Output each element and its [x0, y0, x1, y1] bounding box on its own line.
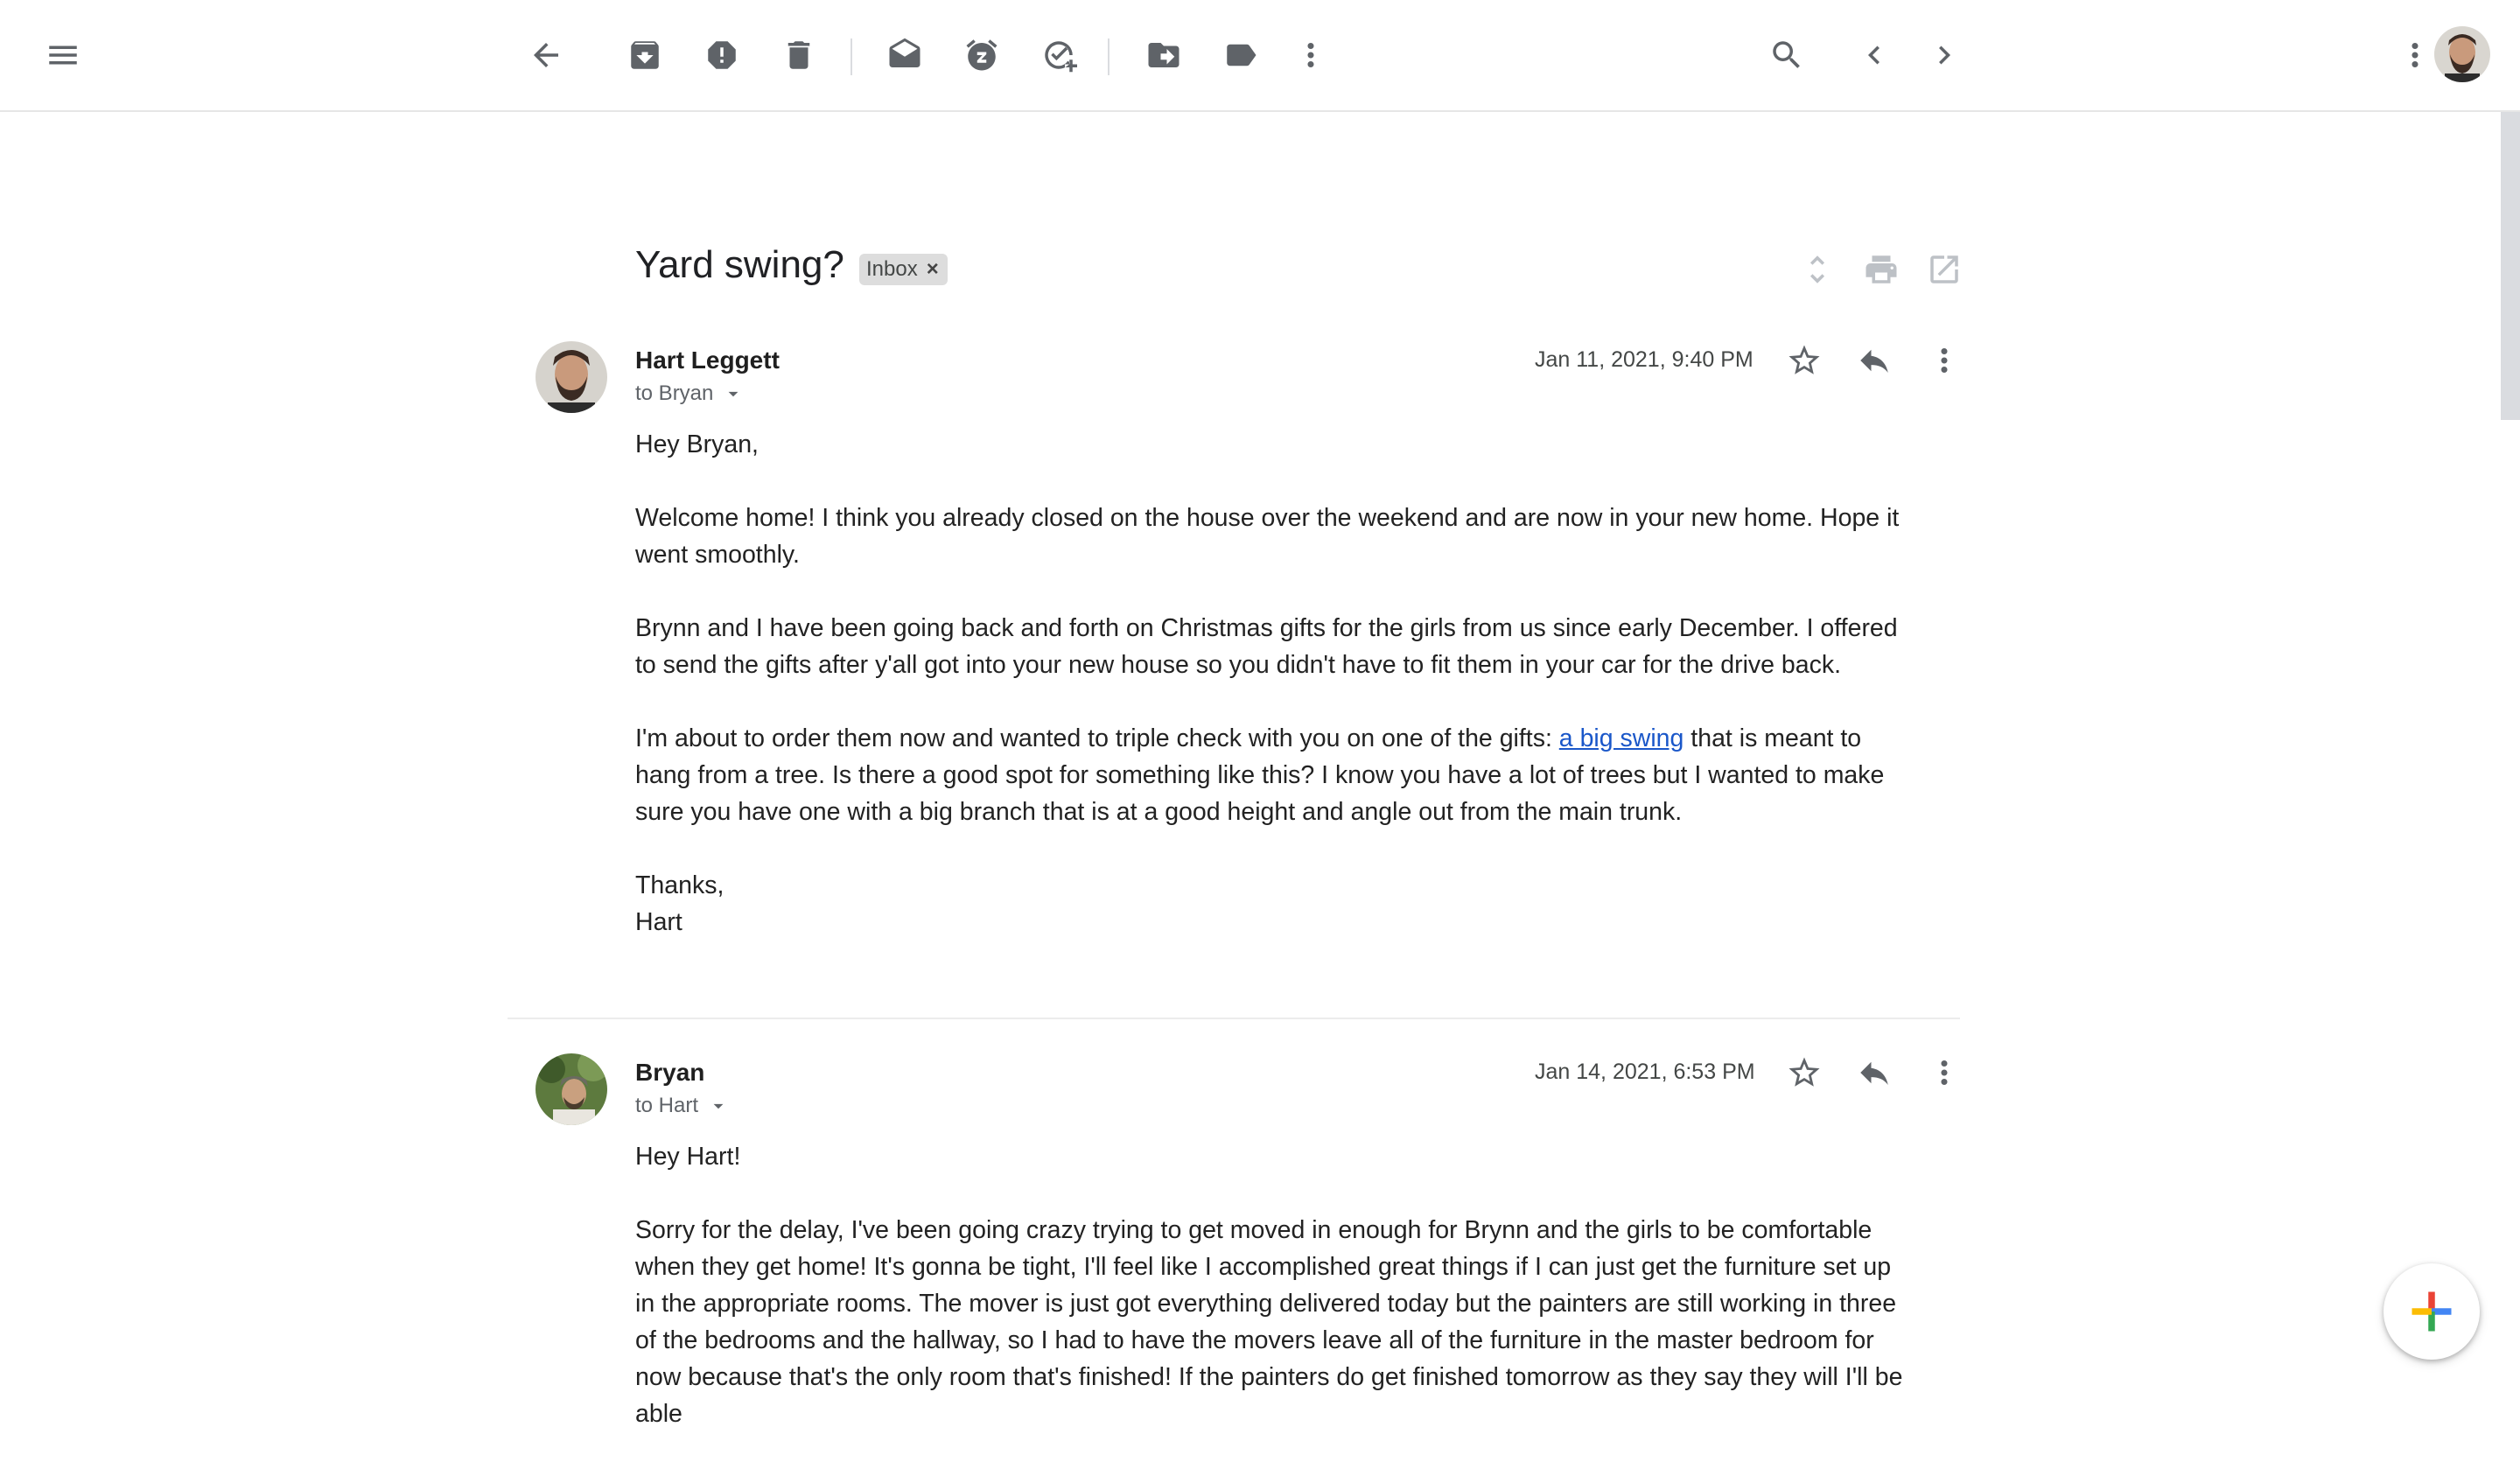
archive-icon[interactable]: [617, 27, 673, 83]
label-text: Inbox: [866, 257, 918, 281]
expand-all-icon[interactable]: [1789, 241, 1845, 297]
paragraph-text: I'm about to order them now and wanted t…: [635, 724, 1559, 752]
scrollbar-thumb[interactable]: [2501, 112, 2520, 420]
chevron-down-icon[interactable]: [722, 382, 745, 405]
message-body: Hey Hart! Sorry for the delay, I've been…: [635, 1138, 1913, 1469]
delete-icon[interactable]: [771, 27, 827, 83]
sender-name[interactable]: Hart Leggett: [635, 346, 780, 374]
star-icon[interactable]: [1776, 332, 1832, 388]
top-toolbar: [0, 0, 2520, 112]
greeting: Hey Hart!: [635, 1143, 741, 1171]
paragraph: Sorry for the delay, I've been going cra…: [635, 1216, 1903, 1428]
paragraph: Welcome home! I think you already closed…: [635, 504, 1900, 569]
message-date: Jan 14, 2021, 6:53 PM: [1535, 1060, 1755, 1084]
inbox-label-chip: Inbox ×: [859, 254, 948, 285]
mark-unread-icon[interactable]: [877, 27, 933, 83]
recipient-line[interactable]: to Bryan: [635, 381, 745, 406]
compose-button[interactable]: [2384, 1263, 2480, 1360]
paragraph: Brynn and I have been going back and for…: [635, 614, 1898, 679]
chevron-down-icon[interactable]: [707, 1095, 730, 1117]
greeting: Hey Bryan,: [635, 430, 759, 458]
remove-label-icon[interactable]: ×: [927, 257, 939, 282]
sender-avatar[interactable]: [536, 1053, 607, 1125]
move-to-icon[interactable]: [1136, 27, 1192, 83]
add-task-icon[interactable]: [1031, 27, 1087, 83]
plus-icon: [2412, 1291, 2452, 1332]
recipient-line[interactable]: to Hart: [635, 1094, 730, 1118]
reply-icon[interactable]: [1846, 332, 1902, 388]
swing-link[interactable]: a big swing: [1559, 724, 1684, 752]
star-icon[interactable]: [1776, 1045, 1832, 1101]
open-in-new-window-icon[interactable]: [1916, 241, 1972, 297]
message-more-icon[interactable]: [1916, 332, 1972, 388]
reply-icon[interactable]: [1846, 1045, 1902, 1101]
search-icon[interactable]: [1759, 27, 1815, 83]
recipient-text: to Bryan: [635, 381, 714, 405]
paragraph: I'm about to order them now and wanted t…: [635, 720, 1913, 830]
sender-name[interactable]: Bryan: [635, 1059, 704, 1087]
newer-icon[interactable]: [1846, 27, 1902, 83]
back-icon[interactable]: [518, 27, 574, 83]
toolbar-separator: [1108, 38, 1110, 75]
message-date: Jan 11, 2021, 9:40 PM: [1535, 347, 1754, 372]
message-body: Hey Bryan, Welcome home! I think you alr…: [635, 426, 1913, 977]
toolbar-separator: [850, 38, 852, 75]
report-spam-icon[interactable]: [694, 27, 750, 83]
sender-avatar[interactable]: [536, 341, 607, 413]
signoff: Thanks,: [635, 871, 724, 899]
menu-icon[interactable]: [35, 27, 91, 83]
print-icon[interactable]: [1853, 241, 1909, 297]
more-icon[interactable]: [1283, 27, 1339, 83]
account-avatar[interactable]: [2434, 26, 2490, 82]
snooze-icon[interactable]: [954, 27, 1010, 83]
older-icon[interactable]: [1916, 27, 1972, 83]
signature: Hart: [635, 908, 682, 936]
message-more-icon[interactable]: [1916, 1045, 1972, 1101]
recipient-text: to Hart: [635, 1094, 699, 1117]
labels-icon[interactable]: [1213, 27, 1269, 83]
thread-subject: Yard swing?: [635, 243, 844, 286]
message-divider: [508, 1018, 1960, 1019]
